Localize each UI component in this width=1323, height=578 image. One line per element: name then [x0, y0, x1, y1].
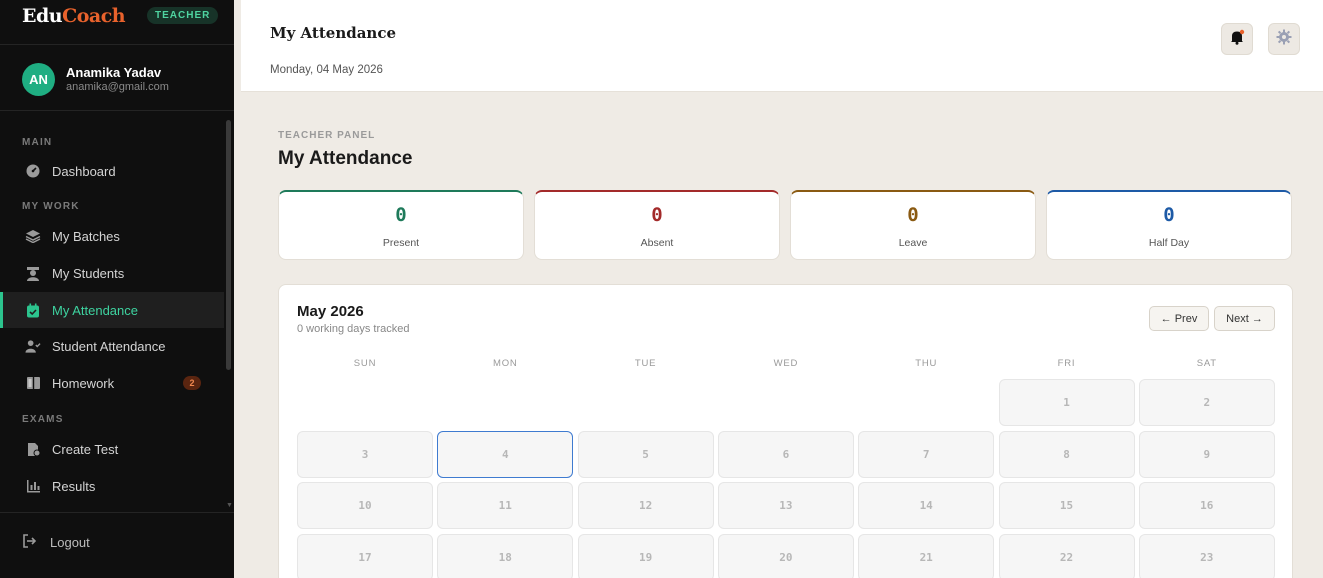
weekday-header: FRI — [1057, 358, 1076, 369]
bell-icon — [1229, 29, 1245, 50]
sidebar-item-label: Create Test — [52, 441, 119, 457]
page-title: My Attendance — [278, 148, 413, 169]
calendar-check-icon — [25, 302, 41, 318]
calendar-day[interactable]: 8 — [998, 430, 1135, 478]
calendar-day-today[interactable]: 4 — [437, 430, 574, 478]
calendar-day[interactable]: 11 — [437, 482, 574, 529]
top-bar: My Attendance Monday, 04 May 2026 — [241, 0, 1323, 92]
attendance-calendar: May 2026 0 working days tracked ← Prev N… — [278, 284, 1293, 578]
sidebar-item-label: Results — [52, 478, 96, 494]
calendar-day[interactable]: 2 — [1138, 379, 1275, 426]
calendar-day[interactable]: 3 — [297, 430, 433, 478]
stat-label: Absent — [640, 237, 674, 249]
divider — [0, 44, 234, 45]
brand-logo[interactable]: EduCoach — [22, 5, 126, 27]
sidebar-item-student-attendance[interactable]: Student Attendance — [0, 328, 224, 364]
calendar-day[interactable]: 9 — [1138, 430, 1275, 478]
weekday-header: MON — [493, 358, 518, 369]
divider — [0, 110, 234, 111]
sidebar-item-label: Dashboard — [52, 163, 116, 179]
stat-label: Leave — [898, 237, 928, 249]
layers-icon — [25, 228, 41, 244]
calendar-day[interactable]: 21 — [858, 533, 995, 578]
calendar-day[interactable]: 19 — [577, 533, 714, 578]
notifications-button[interactable] — [1221, 23, 1253, 55]
sidebar-item-label: My Students — [52, 265, 125, 281]
stat-value: 0 — [395, 204, 407, 226]
user-email: anamika@gmail.com — [66, 81, 169, 93]
sidebar-scrollbar[interactable] — [226, 120, 231, 370]
prev-month-button[interactable]: ← Prev — [1149, 306, 1209, 331]
calendar-day[interactable]: 22 — [998, 533, 1135, 578]
settings-button[interactable] — [1268, 23, 1300, 55]
calendar-day[interactable]: 12 — [577, 482, 714, 529]
logout-label: Logout — [50, 534, 90, 550]
calendar-day[interactable]: 6 — [717, 430, 854, 478]
calendar-month: May 2026 — [297, 303, 364, 320]
stat-value: 0 — [907, 204, 919, 226]
next-month-button[interactable]: Next → — [1214, 306, 1275, 331]
calendar-day[interactable]: 16 — [1138, 482, 1275, 529]
calendar-day[interactable]: 17 — [297, 533, 433, 578]
panel-label: TEACHER PANEL — [278, 130, 376, 141]
calendar-subtitle: 0 working days tracked — [297, 323, 410, 335]
logout-button[interactable]: Logout — [22, 534, 90, 550]
calendar-day[interactable]: 7 — [858, 430, 995, 478]
calendar-day[interactable]: 14 — [858, 482, 995, 529]
calendar-day[interactable]: 13 — [717, 482, 854, 529]
divider — [0, 512, 234, 513]
scroll-down-icon[interactable]: ▼ — [226, 502, 233, 509]
book-icon — [25, 375, 41, 391]
sidebar-item-dashboard[interactable]: Dashboard — [0, 153, 224, 189]
sidebar-item-label: Student Attendance — [52, 338, 166, 354]
sidebar: EduCoach TEACHER AN Anamika Yadav anamik… — [0, 0, 234, 578]
page-header-title: My Attendance — [270, 24, 397, 42]
section-label-exams: EXAMS — [22, 414, 64, 425]
brand-name-part2: Coach — [62, 5, 126, 27]
sidebar-item-create-test[interactable]: Create Test — [0, 431, 224, 467]
user-name: Anamika Yadav — [66, 65, 162, 80]
weekday-header: SAT — [1196, 358, 1217, 369]
dashboard-icon — [25, 163, 41, 179]
stat-value: 0 — [1163, 204, 1175, 226]
gear-icon — [1276, 29, 1292, 50]
sidebar-item-my-batches[interactable]: My Batches — [0, 218, 224, 254]
file-edit-icon — [25, 441, 41, 457]
sidebar-item-label: My Batches — [52, 228, 120, 244]
stat-card-leave: 0 Leave — [790, 190, 1036, 260]
user-check-icon — [25, 338, 41, 354]
sidebar-item-label: Homework — [52, 375, 115, 391]
weekday-header: SUN — [353, 358, 377, 369]
stat-label: Half Day — [1148, 237, 1190, 249]
calendar-day[interactable]: 15 — [998, 482, 1135, 529]
stat-card-absent: 0 Absent — [534, 190, 780, 260]
weekday-header: TUE — [634, 358, 657, 369]
weekday-header: WED — [773, 358, 799, 369]
stat-label: Present — [382, 237, 420, 249]
stat-card-half-day: 0 Half Day — [1046, 190, 1292, 260]
sidebar-item-my-students[interactable]: My Students — [0, 255, 224, 291]
calendar-day[interactable]: 20 — [717, 533, 854, 578]
calendar-day[interactable]: 1 — [998, 379, 1135, 426]
sidebar-item-label: My Attendance — [52, 302, 138, 318]
stat-card-present: 0 Present — [278, 190, 524, 260]
calendar-day[interactable]: 5 — [577, 430, 714, 478]
logout-icon — [22, 534, 38, 550]
role-badge: TEACHER — [147, 7, 219, 24]
weekday-header: THU — [915, 358, 938, 369]
calendar-day[interactable]: 23 — [1138, 533, 1275, 578]
sidebar-item-results[interactable]: Results — [0, 468, 224, 504]
avatar[interactable]: AN — [22, 63, 55, 96]
sidebar-item-my-attendance[interactable]: My Attendance — [0, 292, 224, 328]
homework-count-badge: 2 — [183, 376, 201, 390]
stat-value: 0 — [651, 204, 663, 226]
section-label-work: MY WORK — [22, 201, 80, 212]
calendar-day[interactable]: 18 — [437, 533, 574, 578]
brand-name-part1: Edu — [22, 5, 63, 27]
bar-chart-icon — [25, 478, 41, 494]
students-icon — [25, 265, 41, 281]
calendar-day[interactable]: 10 — [297, 482, 433, 529]
section-label-main: MAIN — [22, 137, 53, 148]
current-date: Monday, 04 May 2026 — [270, 64, 383, 76]
